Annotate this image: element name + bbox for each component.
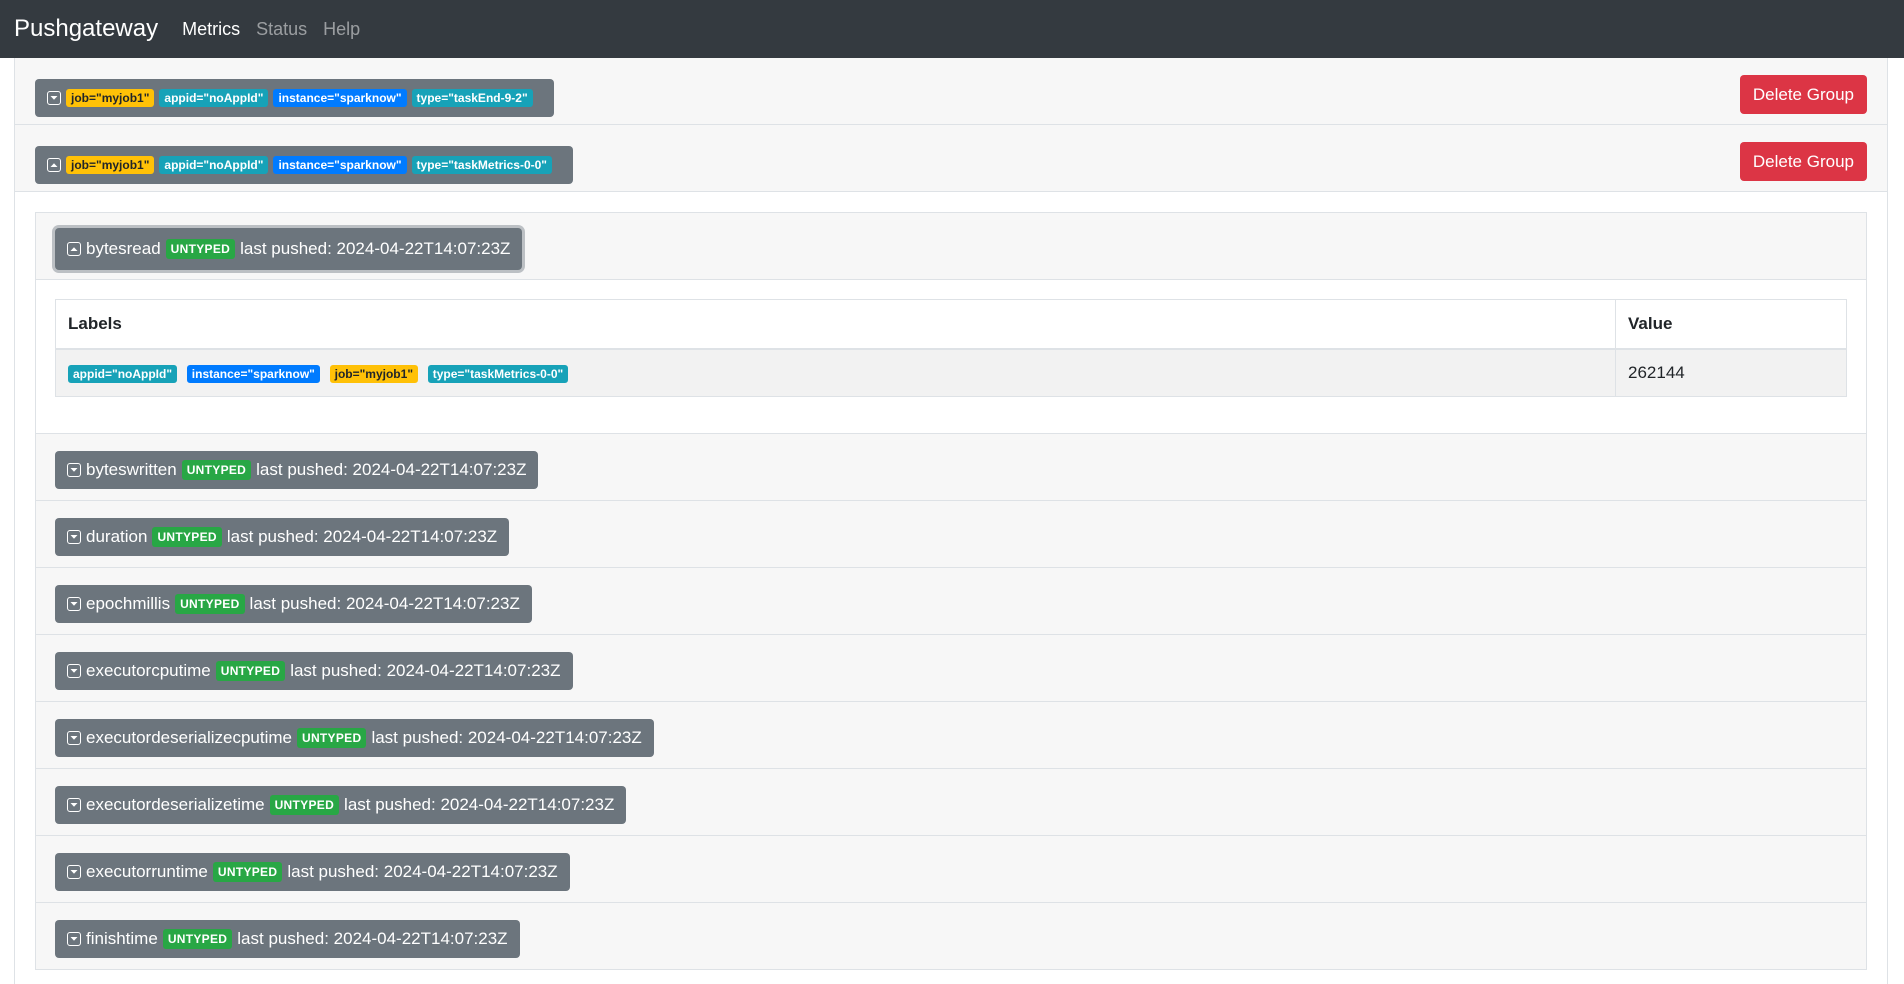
metrics-container: job="myjob1" appid="noAppId" instance="s… [14, 58, 1888, 984]
metric-toggle-button[interactable]: byteswritten UNTYPED last pushed: 2024-0… [55, 451, 539, 489]
metric-name: executordeserializetime [86, 795, 265, 814]
metric-header: executordeserializecputime UNTYPED last … [36, 702, 1866, 769]
metric-header: duration UNTYPED last pushed: 2024-04-22… [36, 501, 1866, 568]
labels-cell: appid="noAppId" instance="sparknow" job=… [55, 348, 1616, 397]
chevron-down-square-icon [47, 91, 61, 105]
group-label-badge: job="myjob1" [66, 156, 155, 174]
nav-link-status[interactable]: Status [256, 19, 307, 40]
group-header: job="myjob1" appid="noAppId" instance="s… [15, 125, 1887, 192]
metric-header: epochmillis UNTYPED last pushed: 2024-04… [36, 568, 1866, 635]
last-pushed: last pushed: 2024-04-22T14:07:23Z [237, 929, 508, 948]
metric-header: bytesread UNTYPED last pushed: 2024-04-2… [36, 213, 1866, 280]
group-toggle-button[interactable]: job="myjob1" appid="noAppId" instance="s… [35, 79, 554, 117]
group-label-badge: type="taskEnd-9-2" [411, 89, 533, 107]
label-badge: instance="sparknow" [186, 364, 320, 383]
metric-toggle-button[interactable]: executordeserializetime UNTYPED last pus… [55, 786, 627, 824]
metric-body: Labels Value appid="noAppId" instance="s… [36, 280, 1866, 434]
group-label-badge: type="taskMetrics-0-0" [411, 156, 552, 174]
metric-name: executorruntime [86, 862, 208, 881]
metric-type-badge: UNTYPED [162, 929, 233, 949]
chevron-up-square-icon [47, 158, 61, 172]
group-label-badge: instance="sparknow" [273, 156, 407, 174]
metric-name: bytesread [86, 239, 161, 258]
metric-toggle-button[interactable]: epochmillis UNTYPED last pushed: 2024-04… [55, 585, 532, 623]
metric-toggle-button[interactable]: duration UNTYPED last pushed: 2024-04-22… [55, 518, 510, 556]
metric-name: finishtime [86, 929, 158, 948]
group-label-badge: job="myjob1" [66, 89, 155, 107]
navbar: Pushgateway Metrics Status Help [0, 0, 1904, 58]
column-header-value: Value [1615, 299, 1847, 350]
nav-link-help[interactable]: Help [323, 19, 360, 40]
brand[interactable]: Pushgateway [14, 15, 158, 43]
last-pushed: last pushed: 2024-04-22T14:07:23Z [287, 862, 558, 881]
chevron-down-square-icon [67, 664, 81, 678]
nav-link-metrics[interactable]: Metrics [182, 19, 240, 40]
metric-header: executorruntime UNTYPED last pushed: 202… [36, 836, 1866, 903]
group-label-badge: instance="sparknow" [273, 89, 407, 107]
chevron-down-square-icon [67, 530, 81, 544]
metric-header: byteswritten UNTYPED last pushed: 2024-0… [36, 434, 1866, 501]
metric-name: executordeserializecputime [86, 728, 292, 747]
metric-toggle-button[interactable]: executorcputime UNTYPED last pushed: 202… [55, 652, 573, 690]
metric-name: duration [86, 527, 148, 546]
chevron-up-square-icon [67, 242, 81, 256]
chevron-down-square-icon [67, 463, 81, 477]
metric-name: epochmillis [86, 594, 171, 613]
last-pushed: last pushed: 2024-04-22T14:07:23Z [249, 594, 520, 613]
chevron-down-square-icon [67, 798, 81, 812]
chevron-down-square-icon [67, 932, 81, 946]
group-toggle-button[interactable]: job="myjob1" appid="noAppId" instance="s… [35, 146, 573, 184]
metric-name: executorcputime [86, 661, 211, 680]
label-badge: job="myjob1" [329, 364, 419, 383]
last-pushed: last pushed: 2024-04-22T14:07:23Z [240, 239, 511, 258]
metric-type-badge: UNTYPED [175, 594, 245, 614]
metric-type-badge: UNTYPED [297, 728, 367, 748]
delete-group-button[interactable]: Delete Group [1739, 75, 1867, 114]
metric-type-badge: UNTYPED [181, 460, 252, 480]
metrics-card: bytesread UNTYPED last pushed: 2024-04-2… [35, 212, 1867, 970]
metric-header: executordeserializetime UNTYPED last pus… [36, 769, 1866, 836]
chevron-down-square-icon [67, 731, 81, 745]
last-pushed: last pushed: 2024-04-22T14:07:23Z [371, 728, 642, 747]
table-row: appid="noAppId" instance="sparknow" job=… [55, 348, 1847, 397]
metric-type-badge: UNTYPED [215, 661, 286, 681]
metric-toggle-button[interactable]: executorruntime UNTYPED last pushed: 202… [55, 853, 570, 891]
metric-type-badge: UNTYPED [165, 239, 236, 259]
value-cell: 262144 [1615, 348, 1847, 397]
last-pushed: last pushed: 2024-04-22T14:07:23Z [344, 795, 615, 814]
metric-type-badge: UNTYPED [212, 862, 283, 882]
metric-toggle-button[interactable]: finishtime UNTYPED last pushed: 2024-04-… [55, 920, 520, 958]
last-pushed: last pushed: 2024-04-22T14:07:23Z [256, 460, 527, 479]
metric-toggle-button[interactable]: bytesread UNTYPED last pushed: 2024-04-2… [55, 228, 523, 270]
last-pushed: last pushed: 2024-04-22T14:07:23Z [226, 527, 498, 546]
last-pushed: last pushed: 2024-04-22T14:07:23Z [290, 661, 561, 680]
group-label-badge: appid="noAppId" [159, 89, 269, 107]
delete-group-button[interactable]: Delete Group [1739, 142, 1867, 181]
column-header-labels: Labels [55, 299, 1616, 350]
group-label-badge: appid="noAppId" [159, 156, 269, 174]
group-body: bytesread UNTYPED last pushed: 2024-04-2… [15, 192, 1887, 970]
metric-toggle-button[interactable]: executordeserializecputime UNTYPED last … [55, 719, 654, 757]
metric-header: finishtime UNTYPED last pushed: 2024-04-… [36, 903, 1866, 970]
group-header: job="myjob1" appid="noAppId" instance="s… [15, 58, 1887, 125]
chevron-down-square-icon [67, 865, 81, 879]
label-badge: type="taskMetrics-0-0" [427, 364, 569, 383]
chevron-down-square-icon [67, 597, 81, 611]
metric-type-badge: UNTYPED [152, 527, 222, 547]
metric-header: executorcputime UNTYPED last pushed: 202… [36, 635, 1866, 702]
metric-name: byteswritten [86, 460, 177, 479]
label-badge: appid="noAppId" [68, 364, 178, 383]
metric-type-badge: UNTYPED [269, 795, 340, 815]
metric-table: Labels Value appid="noAppId" instance="s… [55, 299, 1847, 397]
